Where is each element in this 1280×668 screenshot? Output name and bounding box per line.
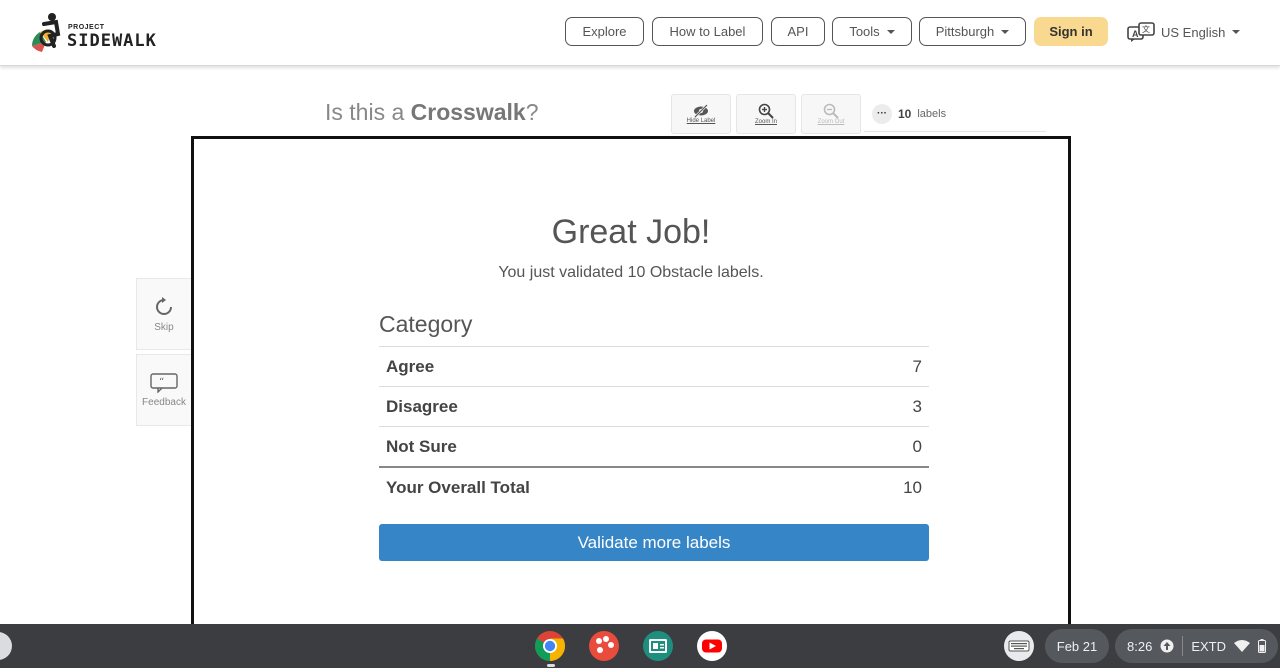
skip-button[interactable]: Skip — [136, 278, 192, 350]
language-dropdown[interactable]: A 文 US English — [1127, 19, 1241, 45]
question-suffix: ? — [525, 99, 539, 125]
how-to-label-button[interactable]: How to Label — [652, 17, 763, 46]
top-navbar: PROJECT SIDEWALK Explore How to Label AP… — [0, 0, 1280, 66]
os-taskbar: Feb 21 8:26 EXTD — [0, 624, 1280, 668]
project-sidewalk-logo[interactable]: PROJECT SIDEWALK — [30, 12, 190, 54]
modal-title: Great Job! — [551, 213, 711, 251]
hide-label-button[interactable]: Hide Label — [671, 94, 731, 134]
tools-dropdown[interactable]: Tools — [832, 17, 912, 46]
explore-button[interactable]: Explore — [565, 17, 644, 46]
hide-label-text: Hide Label — [686, 118, 716, 124]
keyboard-icon[interactable] — [1003, 630, 1035, 662]
sidewalk-logo-icon — [31, 13, 61, 52]
feedback-icon: “ — [150, 372, 178, 393]
total-value: 10 — [903, 477, 922, 497]
row-label: Disagree — [386, 396, 458, 416]
validation-question: Is this a Crosswalk? — [325, 99, 539, 126]
chevron-down-icon — [1232, 30, 1241, 34]
sign-in-label: Sign in — [1049, 24, 1093, 39]
date-text: Feb 21 — [1056, 638, 1098, 654]
row-label: Agree — [386, 356, 435, 376]
logo-sidewalk-text: SIDEWALK — [67, 31, 157, 51]
question-label-type: Crosswalk — [410, 99, 526, 125]
launcher-button[interactable] — [0, 632, 12, 660]
table-row-not-sure: Not Sure 0 — [379, 426, 929, 466]
validate-more-button[interactable]: Validate more labels — [379, 524, 929, 561]
row-value: 7 — [912, 356, 922, 376]
eye-slash-icon — [694, 104, 708, 118]
date-pill[interactable]: Feb 21 — [1045, 629, 1109, 663]
battery-icon — [1257, 639, 1266, 653]
paint-palette-icon[interactable] — [588, 630, 620, 662]
more-options-icon[interactable]: ··· — [872, 103, 892, 124]
api-label: API — [787, 24, 809, 39]
question-prefix: Is this a — [325, 99, 411, 125]
tools-label: Tools — [849, 24, 880, 39]
chevron-down-icon — [886, 29, 895, 34]
display-mode-text: EXTD — [1191, 638, 1226, 654]
youtube-icon[interactable] — [696, 630, 728, 662]
city-label: Pittsburgh — [935, 24, 995, 39]
chrome-icon[interactable] — [534, 630, 566, 662]
mission-complete-modal: Great Job! You just validated 10 Obstacl… — [191, 136, 1071, 648]
label-count-unit: labels — [917, 107, 947, 120]
zoom-out-text: Zoom Out — [817, 119, 845, 125]
validate-more-label: Validate more labels — [577, 532, 731, 552]
wifi-icon — [1233, 640, 1250, 652]
tray-divider — [1182, 636, 1184, 656]
label-count: ··· 10 labels — [864, 96, 1046, 132]
explore-label: Explore — [582, 24, 627, 39]
row-value: 0 — [912, 436, 922, 456]
table-row-total: Your Overall Total 10 — [379, 466, 929, 507]
table-row-agree: Agree 7 — [379, 346, 929, 386]
feedback-label: Feedback — [142, 396, 186, 408]
zoom-in-icon — [758, 103, 774, 119]
svg-text:文: 文 — [1142, 24, 1150, 34]
zoom-out-icon — [823, 103, 839, 119]
skip-label: Skip — [154, 321, 174, 333]
how-to-label-label: How to Label — [669, 24, 746, 39]
zoom-in-button[interactable]: Zoom In — [736, 94, 796, 134]
label-count-value: 10 — [898, 106, 912, 121]
language-label: US English — [1161, 24, 1226, 40]
svg-text:“: “ — [159, 377, 164, 388]
active-app-indicator — [547, 664, 555, 667]
classroom-icon[interactable] — [642, 630, 674, 662]
chevron-down-icon — [1001, 29, 1010, 34]
feedback-button[interactable]: “ Feedback — [136, 354, 192, 426]
api-button[interactable]: API — [771, 17, 825, 46]
zoom-out-button[interactable]: Zoom Out — [801, 94, 861, 134]
total-label: Your Overall Total — [386, 477, 530, 497]
row-label: Not Sure — [386, 436, 457, 456]
refresh-icon — [156, 296, 172, 315]
translate-icon: A 文 — [1127, 22, 1155, 42]
svg-text:A: A — [1132, 29, 1139, 39]
modal-subtitle: You just validated 10 Obstacle labels. — [498, 264, 764, 281]
time-text: 8:26 — [1127, 638, 1153, 654]
system-tray[interactable]: 8:26 EXTD — [1115, 629, 1278, 663]
validation-summary-table: Agree 7 Disagree 3 Not Sure 0 Your Overa… — [379, 346, 929, 507]
table-row-disagree: Disagree 3 — [379, 386, 929, 426]
row-value: 3 — [912, 396, 922, 416]
city-dropdown[interactable]: Pittsburgh — [919, 17, 1026, 46]
category-header: Category — [379, 311, 473, 337]
zoom-in-text: Zoom In — [754, 119, 777, 125]
logo-project-text: PROJECT — [68, 24, 105, 31]
update-icon — [1160, 639, 1174, 653]
sign-in-button[interactable]: Sign in — [1034, 17, 1108, 46]
